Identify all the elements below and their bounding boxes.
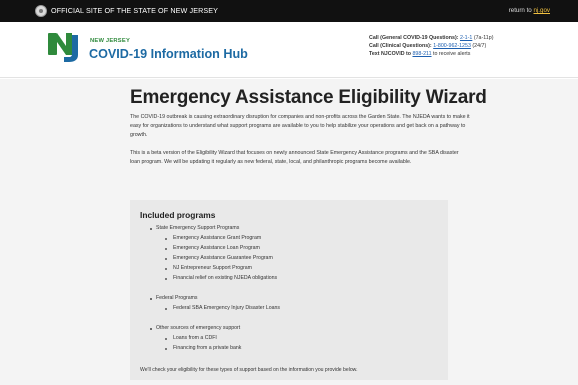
sub-bullet-icon [165,258,168,261]
general-hours: (7a-11p) [473,35,494,41]
clinical-hours: (24/7) [472,43,487,50]
general-number-link[interactable]: 2-1-1 [460,35,472,41]
program-item: Financing from a private bank [173,345,242,351]
eligibility-note: We'll check your eligibility for these t… [140,367,358,373]
beta-paragraph: This is a beta version of the Eligibilit… [130,150,459,165]
contact-info: Call (General COVID-19 Questions): 2-1-1… [369,34,493,58]
sub-bullet-icon [165,348,168,351]
program-item: NJ Entrepreneur Support Program [173,265,253,271]
sub-bullet-icon [165,248,168,251]
general-contact-line: Call (General COVID-19 Questions): 2-1-1… [369,34,493,42]
general-label: Call (General COVID-19 Questions): [369,35,459,41]
text-suffix: to receive alerts [433,51,471,58]
sub-bullet-icon [165,338,168,341]
nj-state-seal-icon [35,5,47,17]
program-group-federal: Federal Programs [156,295,198,301]
bullet-icon [150,298,153,301]
official-site-bar: OFFICIAL SITE OF THE STATE OF NEW JERSEY… [0,0,578,22]
program-item: Emergency Assistance Loan Program [173,245,260,251]
page-title: Emergency Assistance Eligibility Wizard [130,87,487,108]
return-to-njgov: return to nj.gov [509,7,550,14]
programs-heading: Included programs [140,210,216,220]
clinical-contact-line: Call (Clinical Questions): 1-800-962-125… [369,42,493,50]
text-alert-line: Text NJCOVID to 898-211 to receive alert… [369,50,493,58]
njgov-link[interactable]: nj.gov [533,7,550,14]
program-item: Financial relief on existing NJEDA oblig… [173,275,278,281]
text-label: Text NJCOVID to [369,51,411,58]
intro-paragraph: The COVID-19 outbreak is causing extraor… [130,114,470,138]
program-group-other: Other sources of emergency support [156,325,241,331]
sub-bullet-icon [165,278,168,281]
program-item: Federal SBA Emergency Injury Disaster Lo… [173,305,280,311]
brand-state-label: NEW JERSEY [90,38,131,44]
bullet-icon [150,328,153,331]
sub-bullet-icon [165,268,168,271]
site-header: NEW JERSEY COVID-19 Information Hub Call… [0,22,578,78]
nj-logo-icon[interactable] [48,31,81,63]
program-group-state: State Emergency Support Programs [156,225,240,231]
program-item: Emergency Assistance Grant Program [173,235,262,241]
bullet-icon [150,228,153,231]
official-site-label: OFFICIAL SITE OF THE STATE OF NEW JERSEY [51,6,219,15]
included-programs-panel: Included programs State Emergency Suppor… [130,200,448,380]
return-prefix: return to [508,7,532,14]
text-number-link[interactable]: 898-211 [412,51,431,57]
sub-bullet-icon [165,308,168,311]
clinical-number-link[interactable]: 1-800-962-1253 [433,43,471,49]
program-item: Emergency Assistance Guarantee Program [173,255,273,261]
clinical-label: Call (Clinical Questions): [369,43,432,50]
sub-bullet-icon [165,238,168,241]
hub-title[interactable]: COVID-19 Information Hub [89,47,248,61]
program-item: Loans from a CDFI [173,335,217,341]
